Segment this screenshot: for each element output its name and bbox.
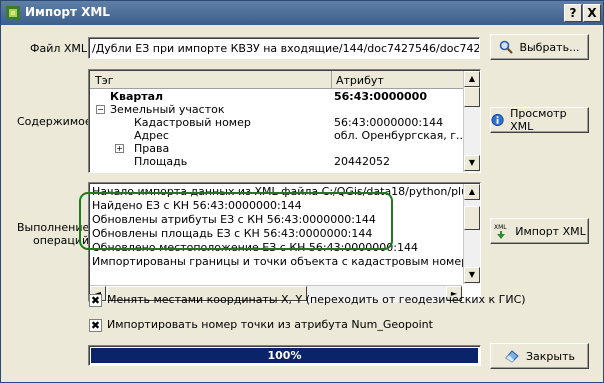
- import-xml-button[interactable]: XML Импорт XML: [490, 218, 589, 244]
- execution-label-line2: операций: [33, 234, 90, 247]
- contents-label: Содержимое: [17, 115, 92, 128]
- tree-tag: Права: [134, 142, 170, 155]
- tree-tag: Адрес: [134, 129, 169, 142]
- view-xml-label: Просмотр XML: [510, 107, 567, 133]
- tree-row[interactable]: + Права: [90, 142, 463, 155]
- tree-header: Тэг Атрибут: [90, 71, 463, 89]
- scroll-down-arrow[interactable]: ▼: [464, 155, 480, 171]
- execution-log[interactable]: Начало импорта данных из XML файла C:/QG…: [88, 182, 481, 302]
- scroll-up-arrow[interactable]: ▲: [464, 71, 480, 87]
- file-path-text: /Дубли ЕЗ при импорте КВЗУ на входящие/1…: [92, 42, 480, 55]
- qgis-icon: [6, 6, 20, 20]
- scroll-up-arrow[interactable]: ▲: [464, 184, 480, 200]
- swap-coordinates-checkbox[interactable]: ✖: [89, 294, 102, 307]
- help-button[interactable]: ?: [564, 4, 582, 22]
- tree-scrollbar[interactable]: ▲ ▼: [463, 71, 480, 172]
- import-point-numbers-checkbox[interactable]: ✖: [89, 319, 102, 332]
- log-line: Найдено ЕЗ с КН 56:43:0000000:144: [92, 199, 302, 212]
- view-xml-button[interactable]: Просмотр XML: [490, 107, 589, 133]
- log-line: Обновлены атрибуты ЕЗ с КН 56:43:0000000…: [92, 213, 376, 226]
- execution-label: Выполнение: [17, 221, 90, 234]
- file-label: Файл XML: [30, 42, 88, 55]
- tree-rows: Квартал 56:43:0000000 − Земельный участо…: [90, 90, 470, 172]
- magnifier-icon: [500, 40, 514, 54]
- log-line: Обновлено местоположение ЕЗ с КН 56:43:0…: [92, 241, 418, 254]
- collapse-icon[interactable]: −: [96, 105, 105, 114]
- tree-row[interactable]: Площадь 20442052: [90, 155, 463, 168]
- eraser-icon: [505, 350, 519, 363]
- window-title: Импорт XML: [25, 5, 110, 19]
- title-bar: Импорт XML ? X: [1, 1, 603, 25]
- close-button[interactable]: Закрыть: [490, 343, 589, 369]
- file-path-input[interactable]: /Дубли ЕЗ при импорте КВЗУ на входящие/1…: [88, 37, 480, 59]
- info-icon: [491, 113, 504, 127]
- import-point-numbers-label: Импортировать номер точки из атрибута Nu…: [107, 318, 433, 331]
- log-line: Импортированы границы и точки объекта с …: [92, 255, 464, 268]
- column-divider: [331, 71, 332, 88]
- tree-attr: 20442052: [334, 155, 390, 168]
- log-lines: Начало импорта данных из XML файла C:/QG…: [92, 185, 464, 285]
- xml-import-icon: XML: [494, 224, 508, 239]
- tree-attr: 56:43:0000000: [334, 90, 427, 103]
- tree-tag: Кадастровый номер: [134, 116, 251, 129]
- scroll-thumb[interactable]: [464, 206, 480, 230]
- column-header-tag[interactable]: Тэг: [95, 74, 114, 87]
- import-xml-label: Импорт XML: [515, 224, 586, 238]
- close-button-label: Закрыть: [526, 349, 575, 363]
- close-window-button[interactable]: X: [583, 4, 601, 22]
- tree-row[interactable]: Адрес обл. Оренбургская, г....: [90, 129, 470, 142]
- log-line: Обновлены площадь ЕЗ с КН 56:43:0000000:…: [92, 227, 373, 240]
- tree-attr: 56:43:0000000:144: [334, 116, 444, 129]
- progress-bar: 100%: [88, 345, 481, 366]
- scroll-thumb[interactable]: [464, 87, 480, 107]
- tree-row[interactable]: − Земельный участок: [90, 103, 463, 116]
- import-xml-dialog: Импорт XML ? X Файл XML /Дубли ЕЗ при им…: [0, 0, 604, 383]
- browse-button-label: Выбрать...: [519, 40, 580, 54]
- tree-tag: Земельный участок: [110, 103, 225, 116]
- log-line: Начало импорта данных из XML файла C:/QG…: [92, 185, 464, 198]
- tree-attr: обл. Оренбургская, г....: [334, 129, 471, 142]
- expand-icon[interactable]: +: [115, 144, 124, 153]
- xml-tree[interactable]: Тэг Атрибут Квартал 56:43:0000000 − Земе…: [88, 69, 481, 173]
- svg-text:XML: XML: [494, 224, 507, 231]
- tree-row[interactable]: Квартал 56:43:0000000: [90, 90, 463, 103]
- tree-row[interactable]: Кадастровый номер 56:43:0000000:144: [90, 116, 463, 129]
- column-header-attribute[interactable]: Атрибут: [336, 74, 384, 87]
- tree-tag: Площадь: [134, 155, 188, 168]
- dialog-body: Файл XML /Дубли ЕЗ при импорте КВЗУ на в…: [1, 25, 603, 382]
- scroll-down-arrow[interactable]: ▼: [464, 267, 480, 283]
- log-scrollbar[interactable]: ▲ ▼: [463, 184, 480, 284]
- progress-text: 100%: [267, 349, 302, 362]
- tree-tag: Квартал: [110, 90, 164, 103]
- swap-coordinates-label: Менять местами координаты X, Y (переходи…: [107, 293, 526, 306]
- browse-button[interactable]: Выбрать...: [490, 34, 589, 60]
